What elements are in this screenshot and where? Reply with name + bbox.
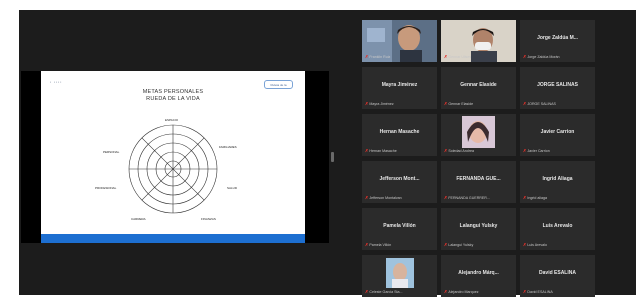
muted-mic-icon: ✗: [365, 289, 369, 294]
participant-name: Alejandro Márq...: [458, 270, 499, 276]
muted-mic-icon: ✗: [365, 242, 369, 247]
participant-name: Pamela Villón: [383, 223, 416, 229]
muted-mic-icon: ✗: [523, 101, 527, 106]
participant-name: Hernan Masache: [379, 129, 420, 135]
participant-name: Luis Arevalo: [542, 223, 573, 229]
wheel-label-upper-right: FAMILIARES: [219, 145, 237, 149]
wheel-label-lower-right: FINANZAS: [201, 217, 216, 221]
wheel-label-upper-left: PERSONAL: [103, 150, 120, 154]
participant-label: ✗ David ESALINA: [523, 289, 553, 295]
wheel-label-right: SALUD: [227, 186, 238, 190]
participant-name: David ESALINA: [539, 270, 576, 276]
participant-label: ✗ Ingrid aliaga: [523, 195, 547, 201]
participant-name: Ingrid Aliaga: [542, 176, 573, 182]
wheel-label-lower-left: CARRERA: [131, 217, 146, 221]
participant-tile[interactable]: David ESALINA ✗ David ESALINA: [520, 255, 595, 297]
participant-label: ✗ Luis Arevalo: [523, 242, 547, 248]
participant-label: ✗ Celeste Garcia Sta...: [365, 289, 403, 295]
participant-tile[interactable]: Jefferson Mont... ✗ Jefferson Montalvan: [362, 161, 437, 203]
participant-tile[interactable]: Alejandro Márq... ✗ Alejandro Marquez: [441, 255, 516, 297]
participant-label: ✗ Jefferson Montalvan: [365, 195, 402, 201]
participant-tile[interactable]: ✗ Franklin Ruiz: [362, 20, 437, 62]
participant-tile[interactable]: Luis Arevalo ✗ Luis Arevalo: [520, 208, 595, 250]
participant-label: ✗ Franklin Ruiz: [365, 54, 391, 60]
participant-name: Mayra Jiménez: [381, 82, 418, 88]
muted-mic-icon: ✗: [523, 289, 527, 294]
muted-mic-icon: ✗: [523, 148, 527, 153]
shared-screen[interactable]: ▪ ▪▪▪▪ Ruleta de la METAS PERSONALES RUE…: [21, 71, 329, 243]
participant-tile[interactable]: FERNANDA GUE... ✗ FERNANDA GUERRER...: [441, 161, 516, 203]
participant-tile[interactable]: Ingrid Aliaga ✗ Ingrid aliaga: [520, 161, 595, 203]
participant-tile[interactable]: ✗ Soledad Andrea: [441, 114, 516, 156]
muted-mic-icon: ✗: [365, 101, 369, 106]
meeting-window: ▪ ▪▪▪▪ Ruleta de la METAS PERSONALES RUE…: [19, 10, 636, 297]
participant-name: Jefferson Mont...: [379, 176, 420, 182]
life-wheel-diagram: [128, 124, 218, 214]
wheel-label-left: PROFESIONAL: [95, 186, 117, 190]
muted-mic-icon: ✗: [365, 148, 369, 153]
muted-mic-icon: ✗: [444, 195, 448, 200]
participant-tile[interactable]: Mayra Jiménez ✗ Mayra Jiménez: [362, 67, 437, 109]
participant-name: JORGE SALINAS: [537, 82, 578, 88]
participant-tile[interactable]: Lalangui Yulsky ✗ Lalangui Yulsky: [441, 208, 516, 250]
participant-label: ✗ Javier Carrion: [523, 148, 550, 154]
participant-label: ✗ Gennar Ulises: [444, 54, 472, 60]
participant-label: ✗ Hernan Masache: [365, 148, 397, 154]
muted-mic-icon: ✗: [365, 54, 369, 59]
muted-mic-icon: ✗: [365, 195, 369, 200]
participant-tile[interactable]: ✗ Celeste Garcia Sta...: [362, 255, 437, 297]
muted-mic-icon: ✗: [523, 242, 527, 247]
participant-tile[interactable]: Hernan Masache ✗ Hernan Masache: [362, 114, 437, 156]
wheel-label-top: ESPACIO: [165, 118, 179, 122]
participant-label: ✗ Jorge Zaldúa Morán: [523, 54, 560, 60]
participant-label: ✗ Pamela Villón: [365, 242, 392, 248]
participant-label: ✗ Mayra Jiménez: [365, 101, 394, 107]
participant-tile[interactable]: Pamela Villón ✗ Pamela Villón: [362, 208, 437, 250]
participant-name: Gennar Elaside: [460, 82, 497, 88]
muted-mic-icon: ✗: [444, 148, 448, 153]
participant-label: ✗ JORGE SALINAS: [523, 101, 556, 107]
muted-mic-icon: ✗: [523, 54, 527, 59]
participant-label: ✗ Alejandro Marquez: [444, 289, 479, 295]
participant-name: Javier Carrion: [540, 129, 575, 135]
participant-label: ✗ Gennar Elaside: [444, 101, 474, 107]
participant-tile[interactable]: Gennar Elaside ✗ Gennar Elaside: [441, 67, 516, 109]
muted-mic-icon: ✗: [444, 54, 448, 59]
muted-mic-icon: ✗: [444, 289, 448, 294]
participant-label: ✗ Soledad Andrea: [444, 148, 474, 154]
resize-handle[interactable]: [331, 152, 334, 162]
muted-mic-icon: ✗: [444, 242, 448, 247]
participant-name: FERNANDA GUE...: [456, 176, 501, 182]
presentation-slide: ▪ ▪▪▪▪ Ruleta de la METAS PERSONALES RUE…: [41, 71, 305, 243]
muted-mic-icon: ✗: [523, 195, 527, 200]
participant-name: Lalangui Yulsky: [459, 223, 498, 229]
participant-tile[interactable]: JORGE SALINAS ✗ JORGE SALINAS: [520, 67, 595, 109]
participant-tile[interactable]: Javier Carrion ✗ Javier Carrion: [520, 114, 595, 156]
participant-tile[interactable]: Jorge Zaldúa M... ✗ Jorge Zaldúa Morán: [520, 20, 595, 62]
participant-name: Jorge Zaldúa M...: [537, 35, 578, 41]
participant-tile[interactable]: ✗ Gennar Ulises: [441, 20, 516, 62]
participant-label: ✗ Lalangui Yulsky: [444, 242, 474, 248]
slide-footer-bar: [41, 234, 305, 243]
muted-mic-icon: ✗: [444, 101, 448, 106]
participant-label: ✗ FERNANDA GUERRER...: [444, 195, 490, 201]
